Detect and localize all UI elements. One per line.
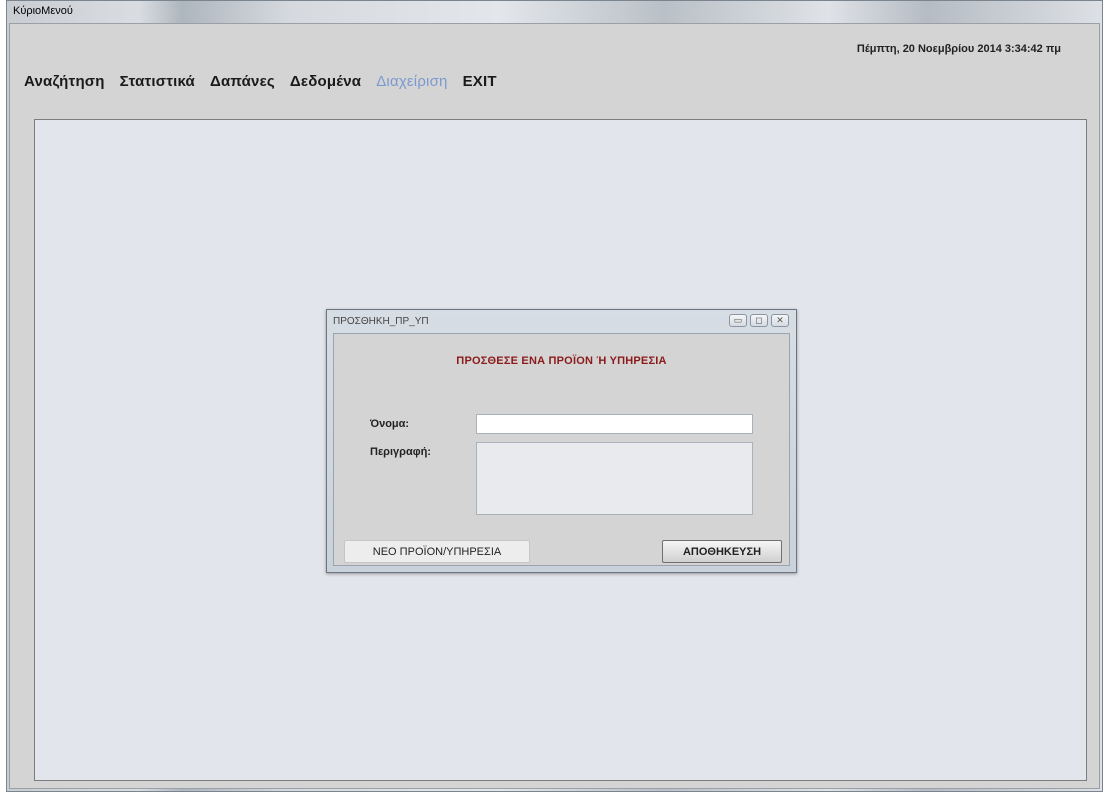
menu-item-expenses[interactable]: Δαπάνες xyxy=(210,73,275,90)
dialog-client: ΠΡΟΣΘΕΣΕ ΕΝΑ ΠΡΟΪΟΝ Ή ΥΠΗΡΕΣΙΑ Όνομα: Πε… xyxy=(333,333,790,566)
new-product-button[interactable]: ΝΕΟ ΠΡΟΪΟΝ/ΥΠΗΡΕΣΙΑ xyxy=(344,540,530,563)
menu-item-exit[interactable]: EXIT xyxy=(463,73,497,90)
minimize-icon[interactable]: ▭ xyxy=(729,314,747,327)
close-icon[interactable]: ✕ xyxy=(771,314,789,327)
datetime-label: Πέμπτη, 20 Νοεμβρίου 2014 3:34:42 πμ xyxy=(856,43,1061,55)
menu-item-search[interactable]: Αναζήτηση xyxy=(24,73,105,90)
menu-item-data[interactable]: Δεδομένα xyxy=(290,73,361,90)
menu-item-statistics[interactable]: Στατιστικά xyxy=(120,73,195,90)
main-window-title: ΚύριοΜενού xyxy=(13,5,73,17)
dialog-window-controls: ▭ ◻ ✕ xyxy=(729,314,789,327)
maximize-icon[interactable]: ◻ xyxy=(750,314,768,327)
menu-item-management[interactable]: Διαχείριση xyxy=(376,73,447,90)
description-label: Περιγραφή: xyxy=(370,446,431,458)
save-button[interactable]: ΑΠΟΘΗΚΕΥΣΗ xyxy=(662,540,782,563)
add-product-dialog: ΠΡΟΣΘΗΚΗ_ΠΡ_ΥΠ ▭ ◻ ✕ ΠΡΟΣΘΕΣΕ ΕΝΑ ΠΡΟΪΟΝ… xyxy=(326,309,797,573)
dialog-title: ΠΡΟΣΘΗΚΗ_ΠΡ_ΥΠ xyxy=(333,316,429,327)
menu-bar: Αναζήτηση Στατιστικά Δαπάνες Δεδομένα Δι… xyxy=(24,73,512,90)
name-label: Όνομα: xyxy=(370,418,410,430)
description-input[interactable] xyxy=(476,442,753,515)
name-input[interactable] xyxy=(476,414,753,434)
dialog-heading: ΠΡΟΣΘΕΣΕ ΕΝΑ ΠΡΟΪΟΝ Ή ΥΠΗΡΕΣΙΑ xyxy=(456,355,667,367)
main-window-titlebar[interactable]: ΚύριοΜενού xyxy=(7,1,1102,23)
